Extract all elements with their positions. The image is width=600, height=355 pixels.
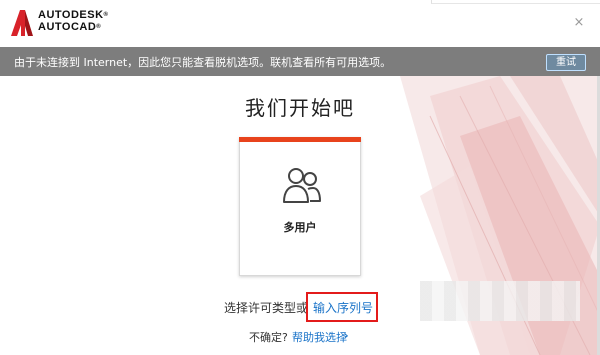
help-me-choose-link[interactable]: 帮助我选择	[292, 329, 347, 345]
chevron-right-icon[interactable]: ›	[344, 329, 349, 342]
close-button[interactable]: ×	[572, 16, 586, 30]
multi-user-license-card[interactable]: 多用户	[239, 137, 361, 276]
offline-message: 由于未连接到 Internet，因此您只能查看脱机选项。联机查看所有可用选项。	[14, 56, 392, 69]
license-type-label: 选择许可类型或	[224, 301, 309, 315]
license-type-row: 选择许可类型或 输入序列号	[0, 299, 600, 315]
page-title: 我们开始吧	[245, 96, 355, 120]
top-strip	[431, 0, 600, 4]
highlight-annotation	[306, 292, 378, 322]
help-row: 不确定? 帮助我选择 ›	[0, 329, 600, 345]
brand-line2-mark: ®	[96, 24, 102, 30]
multi-user-icon	[283, 168, 321, 203]
autocad-logo-icon	[11, 10, 33, 36]
card-label: 多用户	[283, 221, 317, 234]
dialog-header: AUTODESK® AUTOCAD® ×	[0, 0, 600, 47]
card-accent-bar	[239, 137, 361, 142]
retry-button[interactable]: 重试	[546, 54, 586, 71]
brand-line2: AUTOCAD	[38, 21, 97, 33]
unsure-label: 不确定?	[249, 331, 288, 344]
brand-line1: AUTODESK	[38, 9, 104, 21]
autocad-start-dialog: AUTODESK® AUTOCAD® × 由于未连接到 Internet，因此您…	[0, 0, 600, 355]
brand-line1-mark: ®	[103, 12, 109, 18]
brand-wordmark: AUTODESK® AUTOCAD®	[38, 9, 108, 33]
offline-banner: 由于未连接到 Internet，因此您只能查看脱机选项。联机查看所有可用选项。 …	[0, 47, 600, 76]
